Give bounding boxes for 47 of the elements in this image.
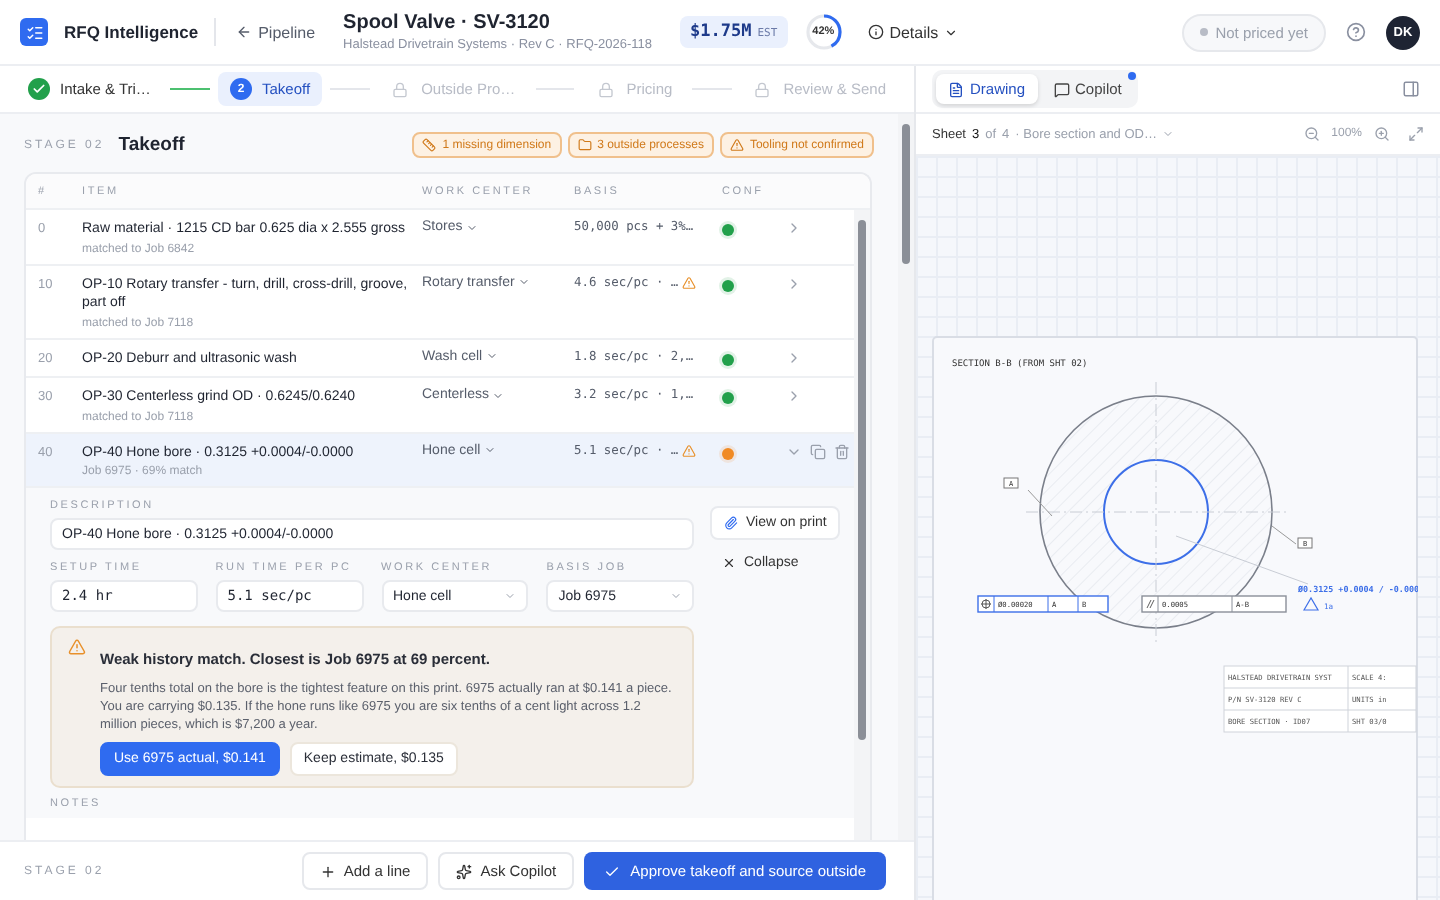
scrollbar[interactable]: [898, 114, 914, 840]
tolerance-frame: [977, 595, 1109, 613]
quote-title: Spool Valve · SV-3120: [343, 12, 552, 34]
checklist-icon: [25, 23, 43, 41]
chevron-icon: [492, 389, 505, 401]
progress-ring: [803, 12, 844, 52]
document-icon: [948, 81, 964, 97]
chevron-icon: [518, 276, 531, 288]
expand-icon[interactable]: [1408, 126, 1424, 142]
scrollbar[interactable]: [854, 210, 870, 840]
chevron-icon[interactable]: [786, 275, 802, 291]
zoom-out-icon[interactable]: [1303, 126, 1320, 142]
chevron-icon: [670, 590, 682, 602]
lock-icon: [392, 81, 409, 97]
chevron-icon: [944, 25, 959, 39]
zoom-in-icon[interactable]: [1374, 126, 1390, 142]
chevron-icon[interactable]: [1162, 128, 1175, 140]
chat-icon: [1053, 81, 1070, 97]
stage-title: Takeoff: [118, 134, 185, 156]
lock-icon: [754, 81, 771, 97]
chevron-icon: [484, 444, 497, 456]
details-button[interactable]: Details: [859, 19, 967, 45]
arrow-left-icon: [236, 24, 253, 40]
lock-icon: [597, 81, 614, 97]
warning-icon: [729, 138, 744, 152]
folder-icon: [577, 138, 592, 152]
estimate-value: $1.75M: [690, 22, 752, 42]
check-icon: [604, 863, 621, 879]
ruler-icon: [422, 138, 437, 152]
copy-icon[interactable]: [810, 443, 826, 459]
trash-icon[interactable]: [834, 443, 850, 459]
chevron-icon[interactable]: [786, 388, 802, 404]
sparkle-icon: [456, 863, 473, 879]
close-icon: [722, 556, 736, 570]
chevron-icon: [466, 221, 479, 233]
app-name: RFQ Intelligence: [64, 18, 217, 46]
chevron-icon: [504, 590, 517, 602]
info-icon: [867, 24, 884, 40]
paperclip-icon: [724, 516, 738, 530]
chevron-icon[interactable]: [786, 220, 802, 236]
plus-icon: [319, 863, 336, 879]
leader-line: [1027, 489, 1053, 517]
chevron-icon: [486, 350, 499, 362]
warning-icon: [68, 638, 86, 656]
triangle-icon: [1302, 596, 1320, 611]
back-link[interactable]: Pipeline: [236, 23, 316, 41]
chevron-icon[interactable]: [786, 349, 802, 365]
